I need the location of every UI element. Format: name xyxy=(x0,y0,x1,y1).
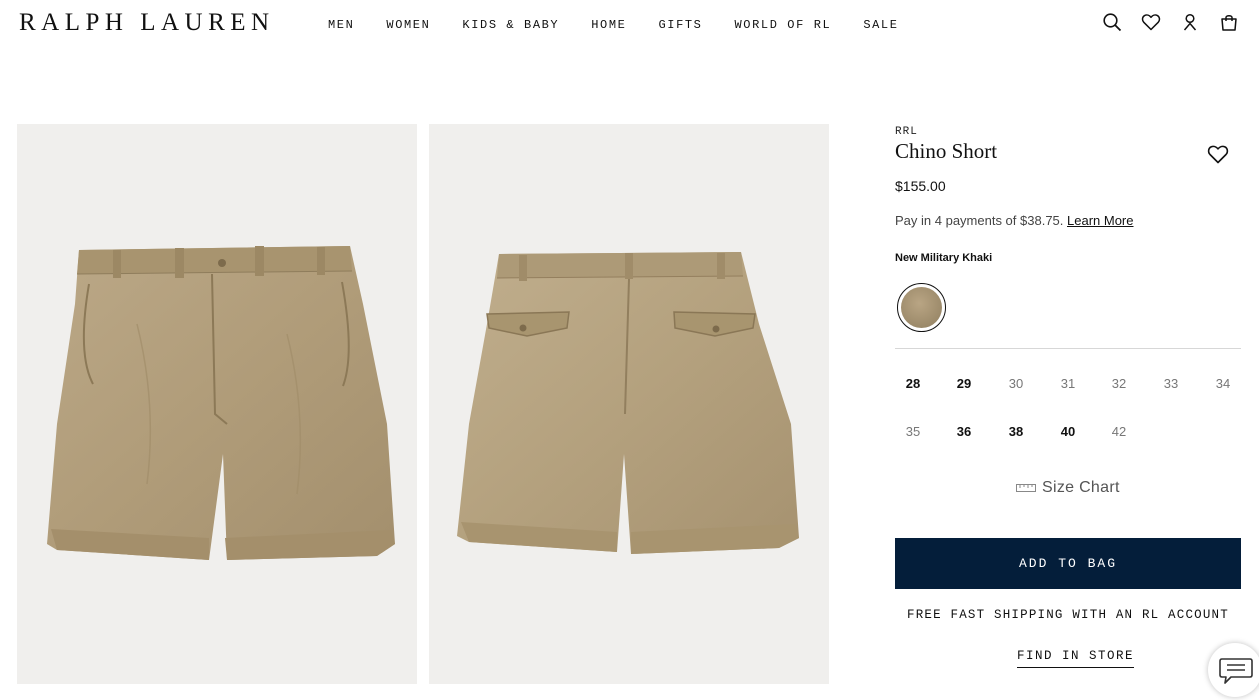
selected-color-name: New Military Khaki xyxy=(895,252,993,264)
header-icons xyxy=(1083,12,1239,32)
nav-item-women[interactable]: WOMEN xyxy=(386,18,430,32)
add-to-bag-button[interactable]: ADD TO BAG xyxy=(895,538,1241,589)
size-option-42[interactable]: 42 xyxy=(1101,424,1137,439)
shorts-front-illustration xyxy=(47,246,395,560)
size-option-30[interactable]: 30 xyxy=(998,376,1034,391)
size-option-40[interactable]: 40 xyxy=(1050,424,1086,439)
add-to-wishlist-heart-icon[interactable] xyxy=(1207,143,1229,165)
size-option-34[interactable]: 34 xyxy=(1205,376,1241,391)
main-nav: MEN WOMEN KIDS & BABY HOME GIFTS WORLD O… xyxy=(328,18,931,32)
shipping-note: FREE FAST SHIPPING WITH AN RL ACCOUNT xyxy=(907,608,1229,622)
product-image-back[interactable] xyxy=(429,124,829,684)
account-icon[interactable] xyxy=(1180,12,1200,32)
brand-logo[interactable]: RALPH LAUREN xyxy=(19,9,275,37)
size-option-32[interactable]: 32 xyxy=(1101,376,1137,391)
installment-text: Pay in 4 payments of $38.75. xyxy=(895,213,1064,228)
size-option-33[interactable]: 33 xyxy=(1153,376,1189,391)
chat-icon xyxy=(1219,658,1253,684)
nav-item-kids-baby[interactable]: KIDS & BABY xyxy=(462,18,559,32)
product-title: Chino Short xyxy=(895,139,998,163)
product-image-front[interactable] xyxy=(17,124,417,684)
size-option-35[interactable]: 35 xyxy=(895,424,931,439)
size-chart-label: Size Chart xyxy=(1042,479,1120,496)
shorts-back-illustration xyxy=(457,252,799,554)
find-in-store-link[interactable]: FIND IN STORE xyxy=(1017,649,1135,668)
size-option-38[interactable]: 38 xyxy=(998,424,1034,439)
size-chart-link[interactable]: Size Chart xyxy=(1016,479,1120,497)
installment-info: Pay in 4 payments of $38.75. Learn More xyxy=(895,213,1134,228)
color-swatch-khaki[interactable] xyxy=(897,283,946,332)
nav-item-home[interactable]: HOME xyxy=(591,18,626,32)
nav-item-gifts[interactable]: GIFTS xyxy=(658,18,702,32)
product-price: $155.00 xyxy=(895,178,946,194)
nav-item-men[interactable]: MEN xyxy=(328,18,354,32)
product-brand[interactable]: RRL xyxy=(895,126,918,138)
learn-more-link[interactable]: Learn More xyxy=(1067,213,1133,228)
nav-item-sale[interactable]: SALE xyxy=(863,18,898,32)
size-option-29[interactable]: 29 xyxy=(946,376,982,391)
heart-icon[interactable] xyxy=(1141,12,1161,32)
size-option-28[interactable]: 28 xyxy=(895,376,931,391)
size-option-36[interactable]: 36 xyxy=(946,424,982,439)
swatch-fill xyxy=(901,287,942,328)
search-icon[interactable] xyxy=(1102,12,1122,32)
ruler-icon xyxy=(1016,484,1036,492)
site-header: RALPH LAUREN MEN WOMEN KIDS & BABY HOME … xyxy=(0,0,1259,50)
bag-icon[interactable] xyxy=(1219,12,1239,32)
size-option-31[interactable]: 31 xyxy=(1050,376,1086,391)
nav-item-world-of-rl[interactable]: WORLD OF RL xyxy=(734,18,831,32)
divider xyxy=(895,348,1241,349)
chat-button[interactable] xyxy=(1208,643,1259,697)
